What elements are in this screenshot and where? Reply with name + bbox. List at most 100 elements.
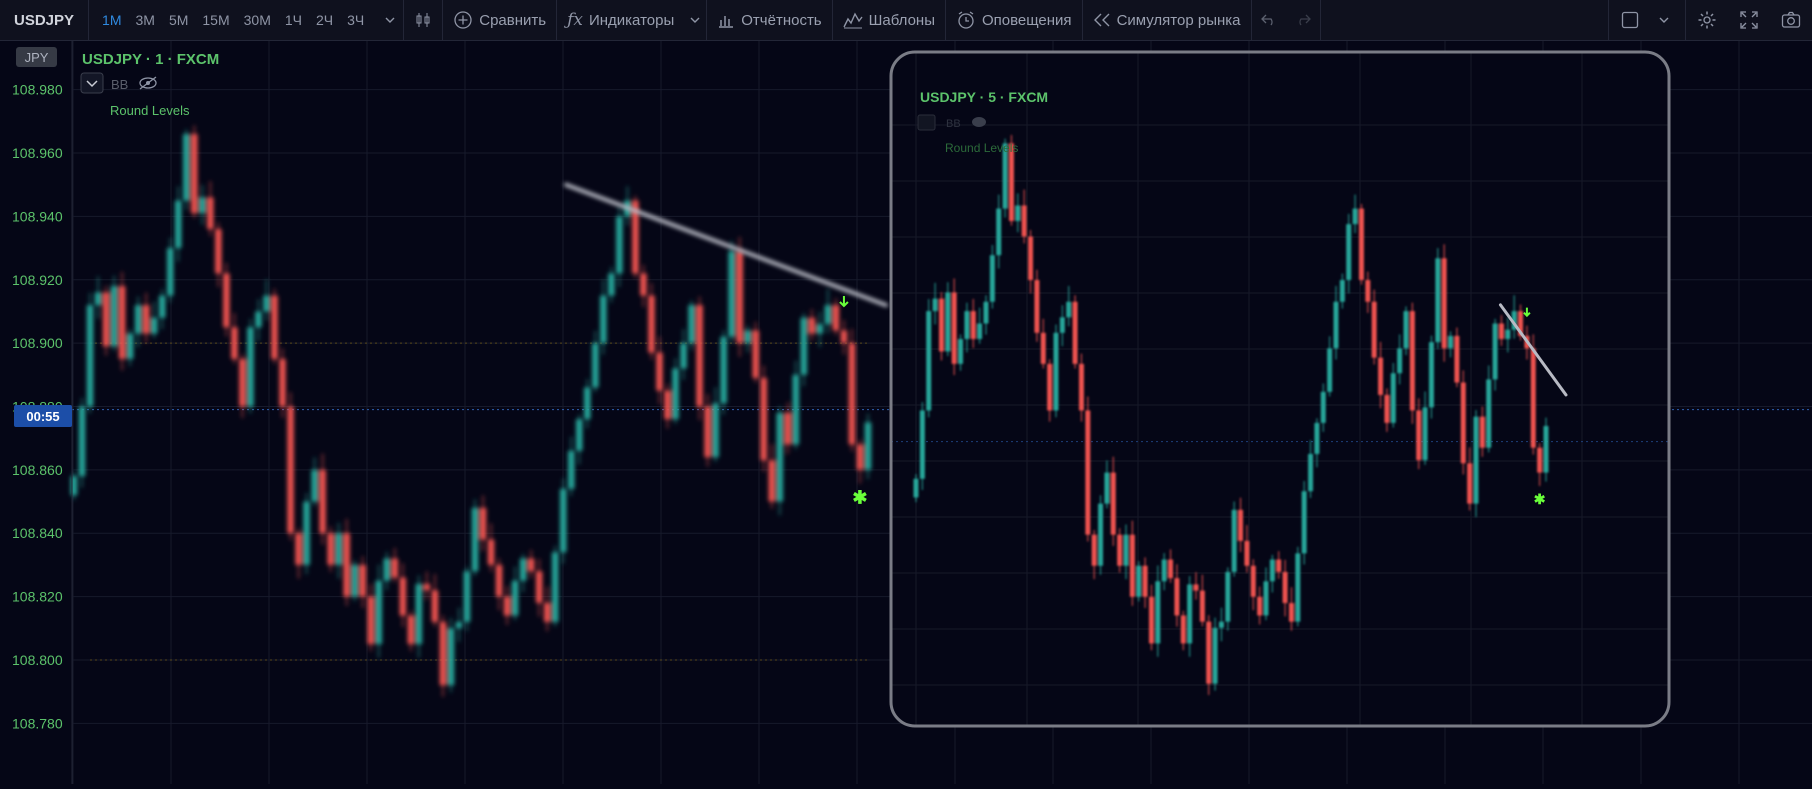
candle-style-button[interactable] [404, 0, 442, 41]
candle [792, 360, 800, 450]
timeframe-2Ч[interactable]: 2Ч [309, 12, 340, 28]
gear-icon [1698, 11, 1716, 29]
candle [1435, 248, 1441, 349]
templates-button[interactable]: Шаблоны [833, 0, 945, 41]
candle [720, 330, 727, 415]
candle [945, 282, 951, 357]
candle [744, 325, 751, 353]
candle [118, 271, 126, 371]
price-badge: 00:55 [26, 409, 59, 424]
candle [351, 560, 358, 602]
candle [1454, 327, 1460, 388]
candle [535, 558, 543, 617]
reports-button[interactable]: Отчётность [707, 0, 831, 41]
candle [94, 276, 102, 319]
timeframe-30М[interactable]: 30М [237, 12, 278, 28]
candle [1460, 370, 1466, 475]
timeframe-15М[interactable]: 15М [195, 12, 236, 28]
candle [319, 453, 326, 545]
candle [463, 566, 471, 632]
candle [1072, 295, 1078, 369]
candle [768, 444, 776, 509]
candle [343, 518, 350, 606]
indicators-button[interactable]: ƒx Индикаторы [557, 0, 684, 41]
candle [110, 275, 118, 352]
market-simulator-button[interactable]: Симулятор рынка [1083, 0, 1251, 41]
candle [375, 564, 383, 658]
inset-bb-label: BB [946, 118, 961, 130]
price-tick-label: 108.860 [12, 462, 63, 478]
candle [919, 402, 925, 490]
timeframe-group: 1М 3М 5М 15М 30М 1Ч 2Ч 3Ч [89, 12, 377, 28]
compare-button[interactable]: Сравнить [443, 0, 556, 41]
eye-off-icon[interactable] [139, 76, 157, 90]
compare-label: Сравнить [479, 11, 547, 29]
candle [158, 288, 166, 330]
layout-dropdown-icon[interactable] [1651, 0, 1677, 41]
candle [1212, 617, 1218, 691]
candle [1441, 244, 1447, 362]
price-tick-label: 108.800 [12, 652, 63, 668]
candle [78, 397, 86, 488]
bb-indicator-label[interactable]: BB [111, 77, 128, 92]
candle [1403, 306, 1409, 356]
candle [584, 378, 591, 429]
candle [231, 313, 238, 364]
redo-button[interactable] [1286, 0, 1320, 41]
camera-icon [1781, 11, 1801, 28]
fullscreen-button[interactable] [1728, 0, 1770, 41]
timeframe-3М[interactable]: 3М [128, 12, 161, 28]
timeframe-1Ч[interactable]: 1Ч [278, 12, 309, 28]
timeframe-5М[interactable]: 5М [162, 12, 195, 28]
candle [183, 129, 190, 210]
indicators-label: Индикаторы [588, 11, 675, 29]
candle [527, 550, 535, 579]
candle [126, 328, 134, 366]
candle [608, 266, 615, 303]
price-tick-label: 108.780 [12, 715, 63, 731]
layout-button[interactable] [1609, 0, 1651, 41]
timeframe-1М[interactable]: 1М [95, 12, 128, 28]
candle [199, 185, 206, 225]
toolbar-divider [1319, 0, 1321, 41]
timeframe-3Ч[interactable]: 3Ч [340, 12, 371, 28]
round-levels-layer [90, 342, 868, 661]
candle [1428, 335, 1434, 419]
candle [848, 328, 856, 452]
candle [648, 283, 655, 360]
inset-signal-star-icon: ✱ [1534, 491, 1546, 507]
bar-chart-icon [719, 16, 734, 28]
settings-button[interactable] [1686, 0, 1728, 41]
chart-canvas[interactable]: ✱ 108.980 108.960 108.940 108.920 108.900 108… [0, 41, 1812, 784]
currency-badge[interactable]: JPY [25, 50, 49, 65]
candle [255, 299, 262, 341]
indicators-dropdown-icon[interactable] [684, 0, 706, 41]
candle [728, 240, 735, 344]
candle [680, 328, 687, 380]
alerts-button[interactable]: Оповещения [946, 0, 1082, 41]
candle [303, 492, 310, 575]
candle [279, 348, 286, 418]
symbol-search-button[interactable]: USDJPY [0, 12, 88, 29]
candle [1085, 396, 1091, 542]
candle [1295, 546, 1301, 627]
candle [1358, 203, 1364, 285]
candle [816, 311, 824, 348]
plus-circle-icon [454, 11, 472, 29]
redo-icon [1298, 14, 1311, 26]
candle [311, 457, 318, 507]
legend-collapse-button[interactable] [80, 72, 104, 94]
inset-chart: ✱ USDJPY · 5 · FXCM BB Round Levels [889, 50, 1671, 728]
templates-icon [843, 12, 863, 29]
round-levels-label: Round Levels [110, 103, 190, 118]
candle [1409, 302, 1415, 424]
candle [760, 365, 767, 472]
sell-signal-arrow-icon [839, 296, 849, 308]
candle [423, 571, 431, 600]
snapshot-button[interactable] [1770, 0, 1812, 41]
chevron-down-icon[interactable] [377, 0, 403, 41]
inset-round-levels-label: Round Levels [945, 141, 1018, 155]
inset-eye-icon [972, 117, 986, 127]
chart-area[interactable]: ✱ 108.980 108.960 108.940 108.920 108.900 108… [0, 41, 1812, 784]
undo-button[interactable] [1252, 0, 1286, 41]
